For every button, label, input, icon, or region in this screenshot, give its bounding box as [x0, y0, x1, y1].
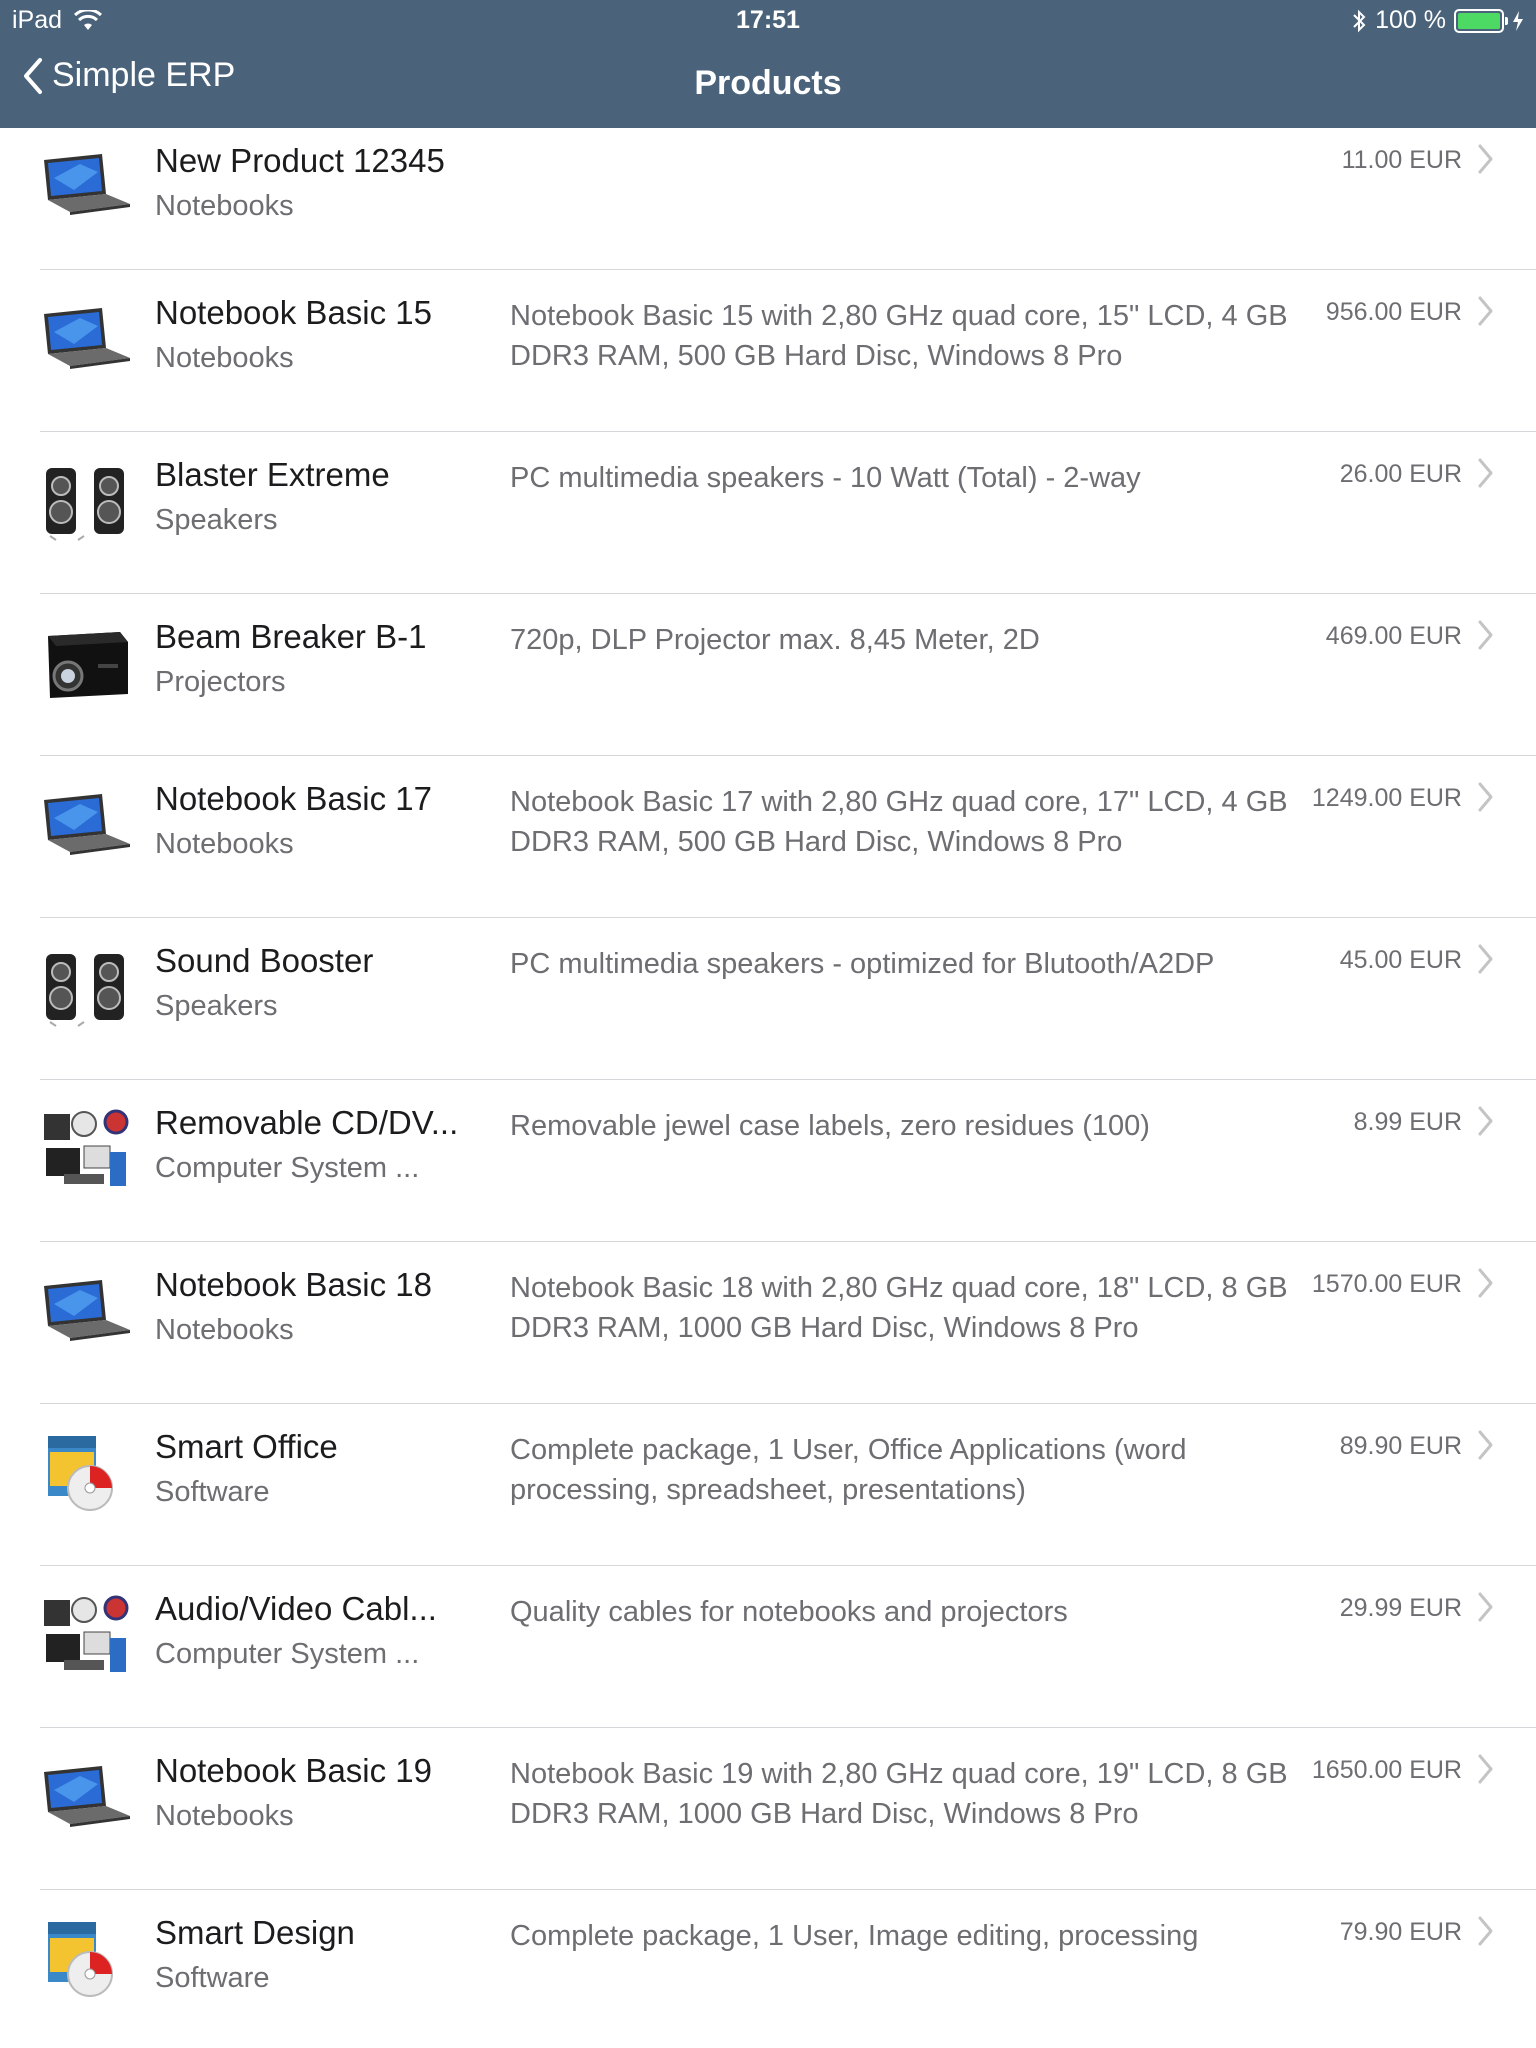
- chevron-right-icon: [1476, 780, 1496, 814]
- laptop-icon: [40, 778, 132, 870]
- product-name: Smart Design: [155, 1914, 355, 1951]
- product-description: Complete package, 1 User, Image editing,…: [510, 1920, 1199, 1952]
- product-row[interactable]: Sound Booster Speakers PC multimedia speak…: [40, 918, 1536, 1080]
- product-description: Quality cables for notebooks and project…: [510, 1596, 1068, 1628]
- chevron-right-icon: [1476, 1590, 1496, 1624]
- product-name: Blaster Extreme: [155, 456, 390, 493]
- chevron-right-icon: [1476, 294, 1496, 328]
- projector-icon: [40, 616, 132, 708]
- product-list: New Product 12345 Notebooks 11.00 EUR Note…: [0, 128, 1536, 2048]
- product-description: PC multimedia speakers - optimized for B…: [510, 948, 1215, 980]
- product-category: Notebooks: [155, 1800, 294, 1832]
- product-name: Beam Breaker B-1: [155, 618, 427, 655]
- product-category: Notebooks: [155, 342, 294, 374]
- product-price: 1249.00 EUR: [1311, 784, 1462, 812]
- product-category: Software: [155, 1476, 270, 1508]
- product-price: 45.00 EUR: [1339, 946, 1462, 974]
- product-price: 8.99 EUR: [1353, 1108, 1462, 1136]
- product-row[interactable]: Notebook Basic 19 Notebooks Notebook Basic…: [40, 1728, 1536, 1890]
- product-name: Notebook Basic 18: [155, 1266, 433, 1303]
- product-name: Smart Office: [155, 1428, 338, 1465]
- speakers-icon: [40, 454, 132, 546]
- status-time: 17:51: [736, 6, 800, 34]
- product-row[interactable]: Blaster Extreme Speakers PC multimedia spe…: [40, 432, 1536, 594]
- product-description: Notebook Basic 15 with 2,80 GHz quad cor…: [510, 300, 1288, 372]
- product-description: Notebook Basic 18 with 2,80 GHz quad cor…: [510, 1272, 1288, 1344]
- product-row[interactable]: Beam Breaker B-1 Projectors 720p, DLP Proj…: [40, 594, 1536, 756]
- chevron-right-icon: [1476, 142, 1496, 176]
- bluetooth-icon: [1353, 9, 1366, 32]
- laptop-icon: [40, 138, 132, 230]
- product-row[interactable]: Removable CD/DV... Computer System ... Rem…: [40, 1080, 1536, 1242]
- product-row[interactable]: Notebook Basic 15 Notebooks Notebook Basic…: [40, 270, 1536, 432]
- speakers-icon: [40, 940, 132, 1032]
- battery-icon: [1454, 8, 1508, 33]
- product-price: 1570.00 EUR: [1311, 1270, 1462, 1298]
- components-icon: [40, 1102, 132, 1194]
- status-right: 100 %: [1351, 6, 1524, 35]
- product-category: Speakers: [155, 990, 278, 1022]
- chevron-right-icon: [1476, 456, 1496, 490]
- product-description: Notebook Basic 17 with 2,80 GHz quad cor…: [510, 786, 1288, 858]
- product-price: 956.00 EUR: [1325, 298, 1462, 326]
- software-icon: [40, 1426, 132, 1518]
- chevron-right-icon: [1476, 942, 1496, 976]
- product-price: 29.99 EUR: [1339, 1594, 1462, 1622]
- product-row[interactable]: Notebook Basic 18 Notebooks Notebook Basic…: [40, 1242, 1536, 1404]
- product-description: 720p, DLP Projector max. 8,45 Meter, 2D: [510, 624, 1040, 656]
- chevron-right-icon: [1476, 1752, 1496, 1786]
- product-name: Notebook Basic 19: [155, 1752, 433, 1789]
- status-bar: iPad 17:51 100 %: [0, 0, 1536, 40]
- product-category: Notebooks: [155, 828, 294, 860]
- product-row[interactable]: Smart Office Software Complete package, 1 …: [40, 1404, 1536, 1566]
- chevron-right-icon: [1476, 1266, 1496, 1300]
- product-row[interactable]: New Product 12345 Notebooks 11.00 EUR: [40, 128, 1536, 270]
- chevron-right-icon: [1476, 1914, 1496, 1948]
- product-description: Removable jewel case labels, zero residu…: [510, 1110, 1150, 1142]
- components-icon: [40, 1588, 132, 1680]
- product-name: Audio/Video Cabl...: [155, 1590, 437, 1627]
- product-row[interactable]: Notebook Basic 17 Notebooks Notebook Basic…: [40, 756, 1536, 918]
- navigation-bar: Simple ERP Products: [0, 40, 1536, 128]
- chevron-right-icon: [1476, 618, 1496, 652]
- product-price: 469.00 EUR: [1325, 622, 1462, 650]
- product-price: 26.00 EUR: [1339, 460, 1462, 488]
- product-category: Computer System ...: [155, 1638, 420, 1670]
- product-category: Notebooks: [155, 1314, 294, 1346]
- product-description: PC multimedia speakers - 10 Watt (Total)…: [510, 462, 1141, 494]
- product-description: Complete package, 1 User, Office Applica…: [510, 1434, 1187, 1506]
- battery-percent: 100 %: [1375, 6, 1446, 34]
- product-category: Projectors: [155, 666, 286, 698]
- product-category: Computer System ...: [155, 1152, 420, 1184]
- product-description: Notebook Basic 19 with 2,80 GHz quad cor…: [510, 1758, 1288, 1830]
- product-row[interactable]: Smart Design Software Complete package, 1 …: [40, 1890, 1536, 2048]
- product-price: 11.00 EUR: [1341, 146, 1462, 174]
- product-name: Notebook Basic 17: [155, 780, 433, 817]
- chevron-right-icon: [1476, 1104, 1496, 1138]
- laptop-icon: [40, 1750, 132, 1842]
- laptop-icon: [40, 1264, 132, 1356]
- product-row[interactable]: Audio/Video Cabl... Computer System ... Qu…: [40, 1566, 1536, 1728]
- product-name: Removable CD/DV...: [155, 1104, 459, 1141]
- product-name: Notebook Basic 15: [155, 294, 433, 331]
- page-title: Products: [694, 64, 842, 102]
- product-price: 1650.00 EUR: [1311, 1756, 1462, 1784]
- product-name: Sound Booster: [155, 942, 374, 979]
- top-bar: iPad 17:51 100 % Simple ERP Products: [0, 0, 1536, 128]
- charging-icon: [1513, 10, 1523, 31]
- product-category: Software: [155, 1962, 270, 1994]
- product-category: Notebooks: [155, 190, 294, 222]
- product-price: 79.90 EUR: [1339, 1918, 1462, 1946]
- software-icon: [40, 1912, 132, 2004]
- product-price: 89.90 EUR: [1339, 1432, 1462, 1460]
- product-category: Speakers: [155, 504, 278, 536]
- product-name: New Product 12345: [155, 142, 445, 179]
- laptop-icon: [40, 292, 132, 384]
- chevron-right-icon: [1476, 1428, 1496, 1462]
